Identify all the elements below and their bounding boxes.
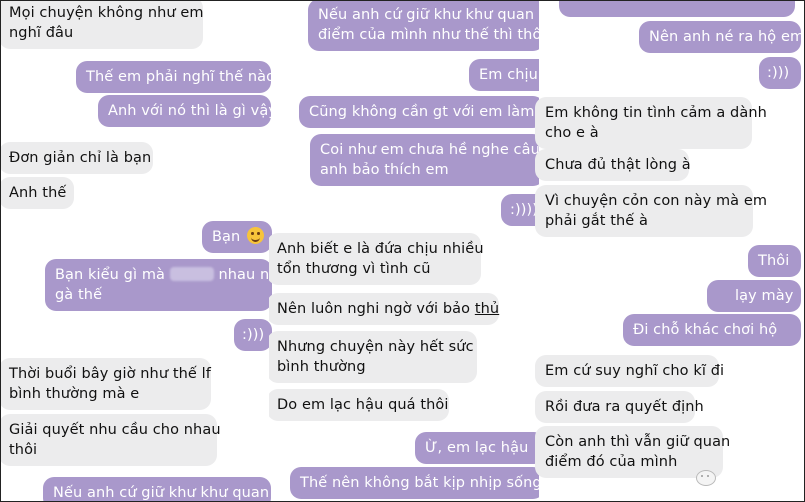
blurred-word-icon xyxy=(169,267,214,281)
message-bubble xyxy=(559,1,795,17)
message-bubble: Anh với nó thì là gì vậy xyxy=(98,95,273,127)
message-line: Nên luôn nghi ngờ với bảo thủ xyxy=(277,299,499,319)
message-line: Cũng không cần gt với em làm gì xyxy=(309,104,539,120)
message-bubble: Em chịu xyxy=(469,59,539,91)
message-line: bình thường mà e xyxy=(9,386,140,402)
message-bubble: Còn anh thì vẫn giữ quan điểm đó của mìn… xyxy=(535,426,731,478)
message-line: anh bảo thích em xyxy=(320,162,449,178)
message-line: nghĩ đâu xyxy=(9,25,74,41)
message-line: Còn anh thì vẫn giữ quan xyxy=(545,434,731,450)
message-line: Em chịu xyxy=(479,67,538,83)
message-bubble: Em không tin tình cảm a dành cho e à xyxy=(535,97,767,149)
message-line: Đi chỗ khác chơi hộ xyxy=(633,322,778,338)
message-bubble: Giải quyết nhu cầu cho nhau thôi xyxy=(1,414,221,466)
message-bubble: Vì chuyện cỏn con này mà em phải gắt thế… xyxy=(535,185,768,237)
message-bubble: Cũng không cần gt với em làm gì xyxy=(299,96,539,128)
message-line: Chưa đủ thật lòng à xyxy=(545,157,691,173)
add-reaction-icon[interactable] xyxy=(696,470,716,486)
message-line: Em cứ suy nghĩ cho kĩ đi xyxy=(545,363,725,379)
chat-screenshot-collage: Mọi chuyện không như em nghĩ đâu Thế em … xyxy=(0,0,805,502)
message-line: Coi như em chưa hề nghe câu xyxy=(320,142,539,158)
message-bubble: :)))) xyxy=(501,194,539,226)
message-bubble: Coi như em chưa hề nghe câu anh bảo thíc… xyxy=(310,134,539,186)
message-line: Bạn xyxy=(212,229,241,245)
message-line: Nhưng chuyện này hết sức xyxy=(277,339,474,355)
message-line: phải gắt thế à xyxy=(545,213,648,229)
message-bubble: Đơn giản chỉ là bạn xyxy=(1,142,153,174)
message-bubble: :))) xyxy=(234,319,272,351)
message-line: Ừ, em lạc hậu xyxy=(425,440,529,456)
message-bubble: Nếu anh cứ giữ khư khư quan điểm của mìn… xyxy=(308,1,539,51)
message-line: Mọi chuyện không như em xyxy=(9,5,204,21)
message-bubble: Thế nên không bắt kịp nhịp sống xyxy=(290,467,539,499)
message-line: tổn thương vì tình cũ xyxy=(277,261,431,277)
message-line: Anh thế xyxy=(9,185,67,201)
message-line: Thế nên không bắt kịp nhịp sống xyxy=(300,475,539,491)
message-bubble: Nhưng chuyện này hết sức bình thường xyxy=(269,331,477,383)
message-line: Vì chuyện cỏn con này mà em xyxy=(545,193,768,209)
message-line: Bạn kiểu gì mà nhau như xyxy=(55,265,273,285)
message-line: Đơn giản chỉ là bạn xyxy=(9,150,152,166)
message-line: Anh biết e là đứa chịu nhiều xyxy=(277,241,484,257)
message-line: Em không tin tình cảm a dành xyxy=(545,105,767,121)
message-line: Nếu anh cứ giữ khư khư quan xyxy=(318,7,535,23)
message-bubble: Nên luôn nghi ngờ với bảo thủ xyxy=(269,293,499,325)
message-line: Nếu anh cứ giữ khư khư quan xyxy=(53,485,270,501)
message-bubble: Rồi đưa ra quyết định xyxy=(535,391,704,423)
message-line: gà thế xyxy=(55,287,103,303)
message-bubble: Chưa đủ thật lòng à xyxy=(535,149,691,181)
message-bubble: Ừ, em lạc hậu xyxy=(415,432,539,464)
message-line: Do em lạc hậu quá thôi xyxy=(277,397,449,413)
smiling-emoji-icon xyxy=(247,227,265,244)
message-bubble: Thôi xyxy=(748,245,801,277)
message-line: bình thường xyxy=(277,359,366,375)
message-bubble: Nếu anh cứ giữ khư khư quan xyxy=(43,477,271,501)
message-line: cho e à xyxy=(545,125,599,141)
message-bubble: Nên anh né ra hộ em xyxy=(639,21,804,53)
message-line: Thôi xyxy=(758,253,790,269)
message-line: điểm của mình như thế thì thôi xyxy=(318,27,539,43)
message-bubble: Do em lạc hậu quá thôi xyxy=(269,389,449,421)
message-text: thủ xyxy=(474,301,500,317)
message-line: Thế em phải nghĩ thế nào xyxy=(86,69,273,85)
message-text: Bạn kiểu gì mà xyxy=(55,267,166,283)
message-line: Anh với nó thì là gì vậy xyxy=(108,103,273,119)
message-bubble: Bạn xyxy=(202,221,272,253)
message-bubble: Anh thế xyxy=(1,177,74,209)
message-bubble: Mọi chuyện không như em nghĩ đâu xyxy=(1,1,204,49)
message-line: Rồi đưa ra quyết định xyxy=(545,399,704,415)
message-bubble: Thời buổi bây giờ như thế lf bình thường… xyxy=(1,358,211,410)
message-bubble: Em cứ suy nghĩ cho kĩ đi xyxy=(535,355,725,387)
message-bubble: :))) xyxy=(759,57,801,89)
message-line: :))) xyxy=(767,65,790,81)
message-line: Nên anh né ra hộ em xyxy=(649,29,804,45)
message-bubble: Anh biết e là đứa chịu nhiều tổn thương … xyxy=(269,233,484,285)
message-text: nhau như xyxy=(218,267,273,283)
message-line: :))) xyxy=(242,327,265,343)
message-bubble: Bạn kiểu gì mà nhau như gà thế xyxy=(45,259,273,311)
message-line: lạy mày xyxy=(735,288,794,304)
message-text: Nên luôn nghi ngờ với bảo xyxy=(277,301,471,317)
message-line: thôi xyxy=(9,442,38,458)
message-bubble: Thế em phải nghĩ thế nào xyxy=(76,61,273,93)
chat-column-1: Mọi chuyện không như em nghĩ đâu Thế em … xyxy=(1,1,273,501)
chat-column-3: Nên anh né ra hộ em :))) Em không tin tì… xyxy=(535,1,804,501)
message-line: Giải quyết nhu cầu cho nhau xyxy=(9,422,221,438)
message-line: Thời buổi bây giờ như thế lf xyxy=(9,366,211,382)
message-bubble: Đi chỗ khác chơi hộ xyxy=(623,314,801,346)
message-bubble: lạy mày xyxy=(707,280,801,312)
chat-column-2: Nếu anh cứ giữ khư khư quan điểm của mìn… xyxy=(269,1,539,501)
message-line: điểm đó của mình xyxy=(545,454,678,470)
